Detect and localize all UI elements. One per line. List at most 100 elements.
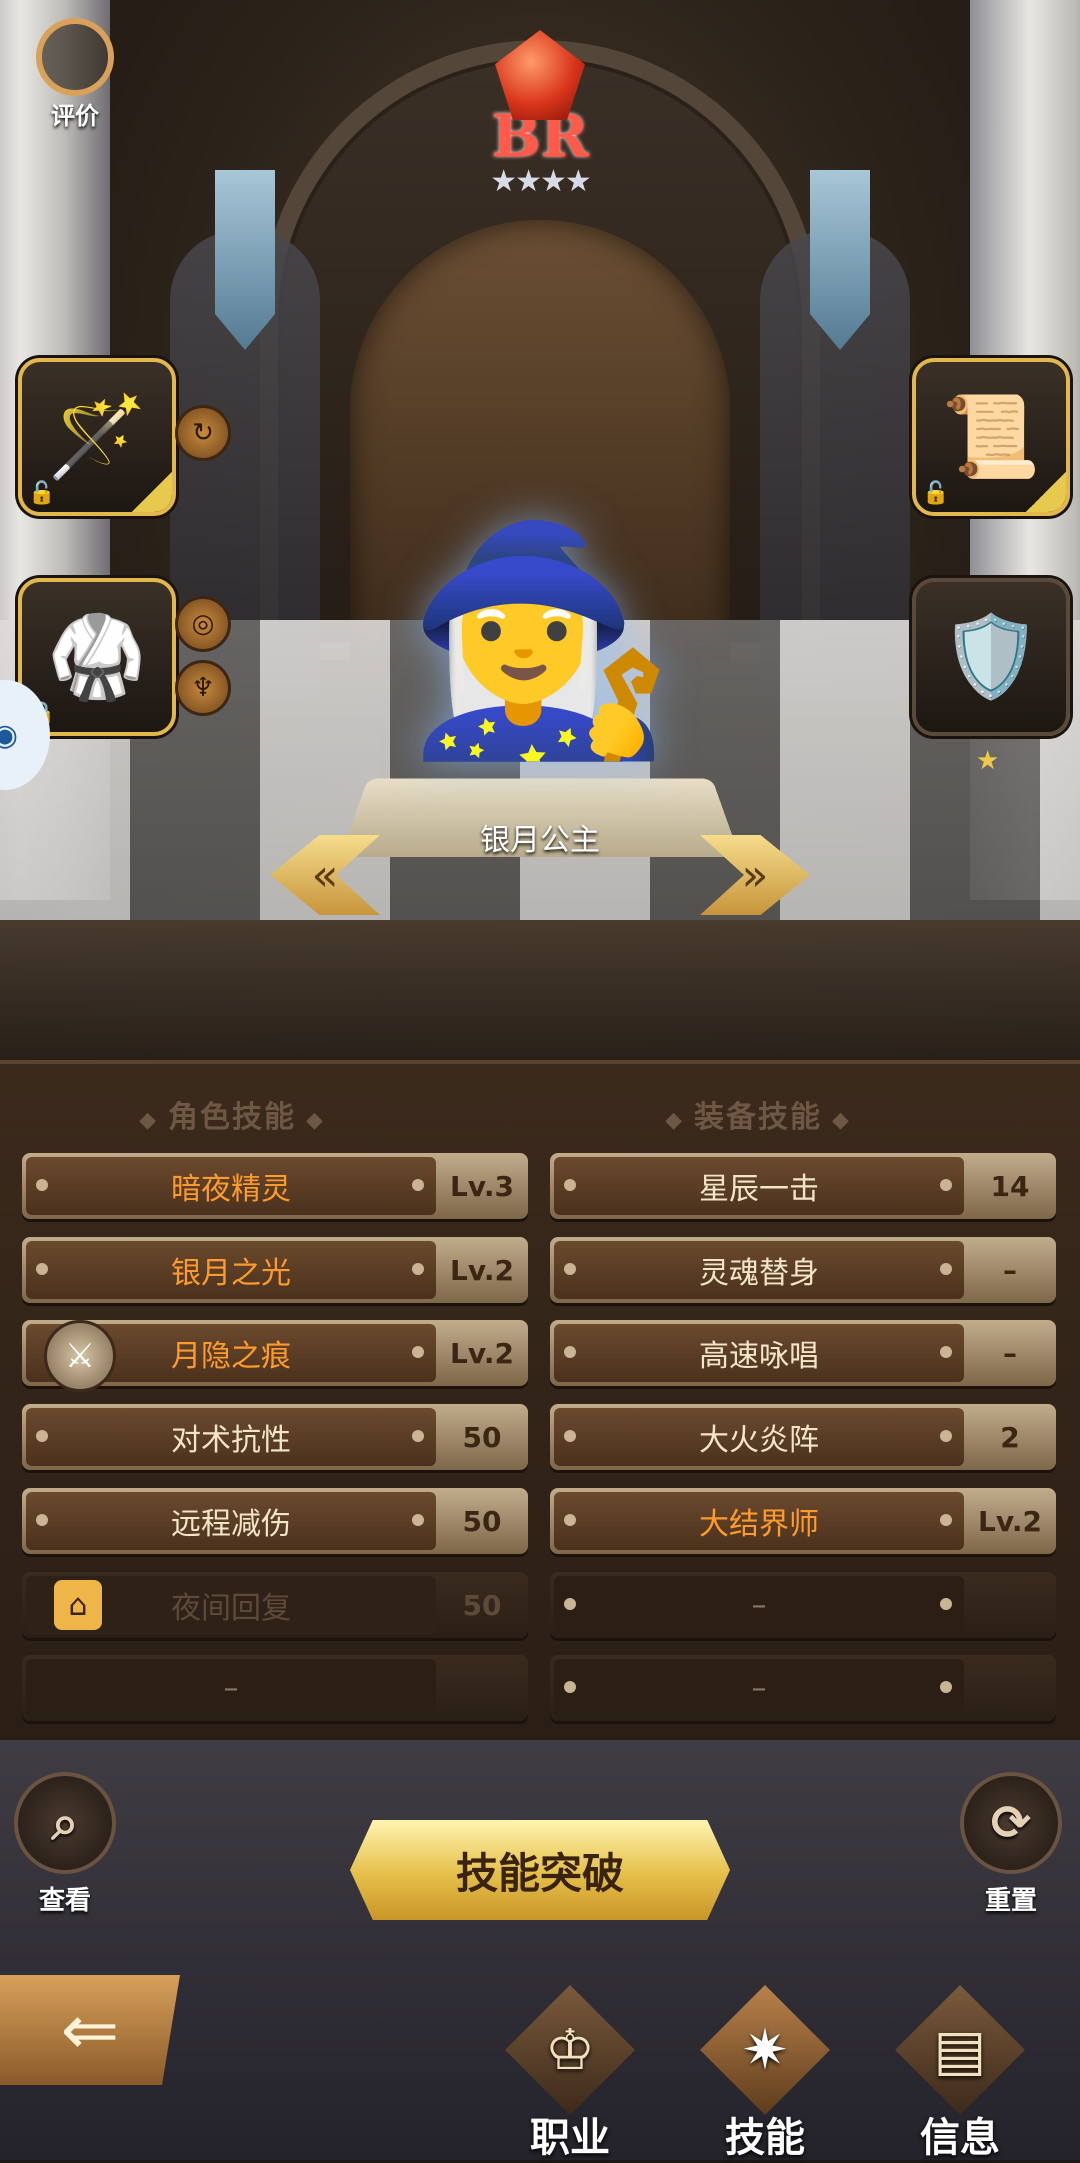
armor-icon: 🥋 — [47, 610, 147, 703]
refresh-icon: ⟳ — [960, 1772, 1062, 1874]
role-skill-row[interactable]: 暗夜精灵 Lv.3 — [22, 1153, 528, 1219]
skill-value: Lv.2 — [978, 1504, 1042, 1538]
lock-icon: 🔓 — [922, 481, 950, 506]
skill-name: 暗夜精灵 — [26, 1157, 436, 1215]
role-skill-row[interactable]: 对术抗性 50 — [22, 1404, 528, 1470]
slot-corner — [132, 472, 172, 512]
star-icon: ★ — [976, 746, 1000, 776]
dot-icon — [564, 1430, 576, 1442]
tab-job[interactable]: ♔ 职业 — [495, 1985, 645, 2163]
skill-name: 星辰一击 — [554, 1157, 964, 1215]
equip-skills-title: ◆ 装备技能 ◆ — [578, 1092, 938, 1136]
rate-label: 评价 — [51, 102, 99, 130]
equip-skill-row[interactable]: 灵魂替身 – — [550, 1237, 1056, 1303]
role-skill-row[interactable]: 远程减伤 50 — [22, 1488, 528, 1554]
dot-icon — [36, 1430, 48, 1442]
hero-name: 银月公主 — [480, 823, 600, 858]
dot-icon — [36, 1514, 48, 1526]
dot-icon — [36, 1179, 48, 1191]
skill-name: – — [26, 1659, 436, 1717]
role-skills-title: ◆ 角色技能 ◆ — [52, 1092, 412, 1136]
slot-corner — [1026, 472, 1066, 512]
role-skill-row[interactable]: 银月之光 Lv.2 — [22, 1237, 528, 1303]
dot-icon — [564, 1514, 576, 1526]
skill-name: 对术抗性 — [26, 1408, 436, 1466]
weapon-slot[interactable]: 🪄 🔓 — [18, 358, 176, 516]
dot-icon — [412, 1346, 424, 1358]
equip-skill-row-empty: – — [550, 1655, 1056, 1721]
diamond-icon: ◆ — [306, 1108, 325, 1133]
reset-label: 重置 — [984, 1886, 1037, 1916]
dot-icon — [412, 1179, 424, 1191]
role-skill-row-locked[interactable]: 夜间回复 ⌂ 50 — [22, 1572, 528, 1638]
skill-breakthrough-button[interactable]: 技能突破 — [350, 1820, 730, 1920]
skill-name: – — [554, 1659, 964, 1717]
equip-skill-row[interactable]: 高速咏唱 – — [550, 1320, 1056, 1386]
dot-icon — [564, 1263, 576, 1275]
skill-value — [440, 1659, 524, 1717]
skill-name: – — [554, 1576, 964, 1634]
rate-icon — [36, 18, 114, 96]
armor-skill-icon-1[interactable]: ◎ — [175, 596, 231, 652]
back-button[interactable]: ⇐ — [0, 1975, 180, 2085]
document-icon: ▤ — [895, 1985, 1025, 2115]
dot-icon — [564, 1179, 576, 1191]
skill-name: 银月之光 — [26, 1241, 436, 1299]
skill-value — [968, 1576, 1052, 1634]
skill-name: 高速咏唱 — [554, 1324, 964, 1382]
skill-value — [968, 1659, 1052, 1717]
equip-skill-row[interactable]: 星辰一击 14 — [550, 1153, 1056, 1219]
lock-icon: 🔓 — [28, 481, 56, 506]
skill-value: 50 — [462, 1420, 502, 1454]
crossed-swords-icon: ⚔ — [44, 1320, 116, 1392]
back-arrow-icon: ⇐ — [60, 1989, 120, 2071]
armor-skill-icon-2[interactable]: ♆ — [175, 660, 231, 716]
skill-name: 大结界师 — [554, 1492, 964, 1550]
chess-king-icon: ♔ — [505, 1985, 635, 2115]
dot-icon — [564, 1598, 576, 1610]
shield-slot[interactable]: 🛡️ ★ — [912, 578, 1070, 776]
dot-icon — [940, 1598, 952, 1610]
skill-name: 远程减伤 — [26, 1492, 436, 1550]
dot-icon — [940, 1263, 952, 1275]
dot-icon — [564, 1681, 576, 1693]
dot-icon — [412, 1263, 424, 1275]
dot-icon — [940, 1514, 952, 1526]
reset-button[interactable]: ⟳ 重置 — [960, 1772, 1062, 1917]
rank-stars: ★★★★ — [490, 164, 592, 199]
skill-value: – — [1003, 1253, 1017, 1287]
rank-emblem: BR ★★★★ — [460, 30, 620, 220]
scroll-icon: 📜 — [941, 390, 1041, 483]
role-skill-row[interactable]: 月隐之痕 ⚔ Lv.2 — [22, 1320, 528, 1392]
tab-skill[interactable]: ✷ 技能 — [690, 1985, 840, 2163]
tab-info[interactable]: ▤ 信息 — [885, 1985, 1035, 2163]
dot-icon — [940, 1681, 952, 1693]
scroll-slot[interactable]: 📜 🔓 — [912, 358, 1070, 516]
hero-portrait[interactable]: 🧙‍♀️ — [400, 450, 680, 830]
skill-value: 2 — [1000, 1420, 1020, 1454]
diamond-icon: ◆ — [139, 1108, 158, 1133]
banner-right — [810, 170, 870, 350]
skill-burst-icon: ✷ — [700, 1985, 830, 2115]
weapon-skill-icon[interactable]: ↻ — [175, 405, 231, 461]
skill-name: 大火炎阵 — [554, 1408, 964, 1466]
skill-value: 50 — [462, 1588, 502, 1622]
equip-skill-row[interactable]: 大结界师 Lv.2 — [550, 1488, 1056, 1554]
dot-icon — [940, 1179, 952, 1191]
skill-value: Lv.3 — [450, 1169, 514, 1203]
dot-icon — [940, 1346, 952, 1358]
view-button[interactable]: ⌕ 查看 — [14, 1772, 116, 1917]
equip-skill-row[interactable]: 大火炎阵 2 — [550, 1404, 1056, 1470]
dot-icon — [412, 1514, 424, 1526]
view-label: 查看 — [38, 1886, 91, 1916]
shield-icon: 🛡️ — [941, 610, 1041, 703]
rate-button[interactable]: 评价 — [36, 18, 114, 131]
skill-value: – — [1003, 1336, 1017, 1370]
role-skills-label: 角色技能 — [168, 1100, 296, 1135]
skill-name: 灵魂替身 — [554, 1241, 964, 1299]
equip-skill-row-empty: – — [550, 1572, 1056, 1638]
dot-icon — [940, 1430, 952, 1442]
staff-icon: 🪄 — [47, 390, 147, 483]
equip-skills-label: 装备技能 — [694, 1100, 822, 1135]
diamond-icon: ◆ — [665, 1108, 684, 1133]
